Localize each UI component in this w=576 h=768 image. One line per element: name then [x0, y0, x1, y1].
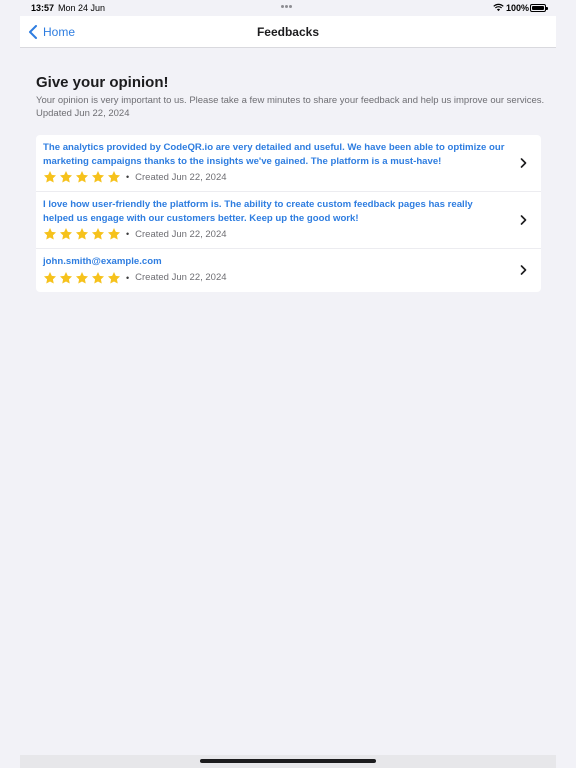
star-icon — [107, 171, 121, 183]
star-icon — [59, 171, 73, 183]
chevron-right-icon — [520, 158, 527, 168]
wifi-icon — [493, 3, 504, 12]
chevron-right-icon — [520, 215, 527, 225]
feedback-meta: • Created Jun 22, 2024 — [43, 169, 505, 185]
feedback-header: Give your opinion! Your opinion is very … — [36, 74, 545, 120]
star-icon — [75, 228, 89, 240]
star-icon — [43, 271, 57, 283]
separator-dot: • — [126, 229, 130, 239]
battery-percent: 100% — [506, 3, 530, 13]
chevron-right-icon — [520, 265, 527, 276]
status-bar: 13:57 Mon 24 Jun 100% — [0, 0, 576, 16]
page-title: Give your opinion! — [36, 74, 169, 91]
updated-date: Updated Jun 22, 2024 — [36, 108, 130, 119]
created-date: Created Jun 22, 2024 — [135, 272, 227, 283]
star-rating — [43, 227, 123, 241]
feedback-list: The analytics provided by CodeQR.io are … — [36, 135, 541, 292]
feedback-text: I love how user-friendly the platform is… — [43, 199, 473, 224]
star-icon — [107, 228, 121, 240]
status-time: 13:57 — [31, 3, 55, 13]
feedback-email: john.smith@example.com — [43, 256, 162, 267]
list-item[interactable]: I love how user-friendly the platform is… — [36, 192, 541, 249]
battery-icon — [530, 4, 548, 12]
star-icon — [43, 228, 57, 240]
page-description: Your opinion is very important to us. Pl… — [36, 95, 545, 106]
star-icon — [91, 228, 105, 240]
list-item[interactable]: john.smith@example.com • Created Jun 22,… — [36, 249, 541, 292]
list-item[interactable]: The analytics provided by CodeQR.io are … — [36, 135, 541, 192]
feedback-meta: • Created Jun 22, 2024 — [43, 226, 505, 242]
star-icon — [59, 228, 73, 240]
multitasking-dots-icon[interactable] — [281, 5, 295, 9]
status-date: Mon 24 Jun — [58, 3, 106, 13]
home-indicator[interactable] — [200, 759, 376, 763]
page-nav-title: Feedbacks — [256, 25, 320, 39]
star-icon — [59, 271, 73, 283]
star-rating — [43, 170, 123, 184]
star-icon — [75, 271, 89, 283]
created-date: Created Jun 22, 2024 — [135, 171, 227, 183]
separator-dot: • — [126, 172, 130, 182]
star-icon — [75, 171, 89, 183]
star-icon — [91, 271, 105, 283]
star-icon — [107, 271, 121, 283]
star-icon — [43, 171, 57, 183]
star-rating — [43, 271, 123, 285]
navigation-bar: Home Feedbacks — [20, 16, 556, 48]
feedback-meta: • Created Jun 22, 2024 — [43, 270, 505, 286]
created-date: Created Jun 22, 2024 — [135, 228, 227, 240]
separator-dot: • — [126, 272, 130, 283]
star-icon — [91, 171, 105, 183]
feedback-text: The analytics provided by CodeQR.io are … — [43, 142, 505, 167]
